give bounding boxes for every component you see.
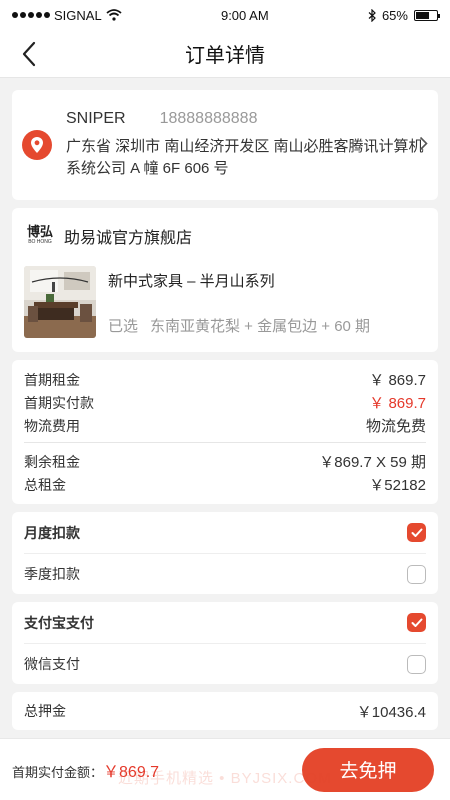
store-logo: 博弘 BO HONG bbox=[24, 224, 56, 248]
product-spec-text: 东南亚黄花梨 + 金属包边 + 60 期 bbox=[150, 318, 371, 335]
fee-value: 物流免费 bbox=[365, 418, 426, 435]
fee-row-first-paid: 首期实付款 ￥ 869.7 bbox=[24, 391, 426, 414]
back-button[interactable] bbox=[14, 38, 44, 70]
status-bar: SIGNAL 9:00 AM 65% bbox=[0, 0, 450, 30]
option-label: 月度扣款 bbox=[24, 524, 80, 541]
address-contact: SNIPER 18888888888 bbox=[66, 110, 426, 128]
fee-row-total: 总租金 ￥52182 bbox=[24, 473, 426, 496]
option-quarterly-deduction[interactable]: 季度扣款 bbox=[24, 553, 426, 594]
checkbox-checked[interactable] bbox=[407, 523, 426, 542]
carrier-name: SIGNAL bbox=[54, 7, 102, 23]
fee-value: ￥ 869.7 bbox=[369, 372, 426, 389]
signal-strength-icon bbox=[12, 12, 50, 18]
option-label: 支付宝支付 bbox=[24, 614, 94, 631]
status-left: SIGNAL bbox=[12, 8, 122, 23]
fee-row-first-rent: 首期租金 ￥ 869.7 bbox=[24, 368, 426, 391]
status-right: 65% bbox=[368, 7, 440, 23]
checkbox-checked[interactable] bbox=[407, 613, 426, 632]
fee-value: ￥52182 bbox=[369, 477, 426, 494]
product-card: 博弘 BO HONG 助易诚官方旗舰店 新中式家具 – 半月山系列 已选 东南亚… bbox=[12, 208, 438, 352]
fee-label: 总租金 bbox=[24, 476, 66, 493]
page-title: 订单详情 bbox=[185, 45, 265, 67]
total-label: 首期实付金额： bbox=[12, 764, 104, 780]
fees-card: 首期租金 ￥ 869.7 首期实付款 ￥ 869.7 物流费用 物流免费 剩余租… bbox=[12, 360, 438, 504]
fee-label: 剩余租金 bbox=[24, 453, 80, 470]
location-pin-icon bbox=[22, 130, 52, 160]
option-label: 微信支付 bbox=[24, 656, 80, 672]
product-image bbox=[24, 266, 96, 338]
total-summary: 首期实付金额：￥869.7 bbox=[12, 758, 159, 782]
store-logo-en: BO HONG bbox=[28, 239, 52, 245]
address-text: 广东省 深圳市 南山经济开发区 南山必胜客腾讯计算机系统公司 A 幢 6F 60… bbox=[66, 138, 424, 177]
fee-row-shipping: 物流费用 物流免费 bbox=[24, 414, 426, 437]
chevron-right-icon bbox=[419, 136, 428, 151]
battery-percent: 65% bbox=[381, 7, 408, 23]
total-value: ￥869.7 bbox=[103, 763, 160, 781]
product-name: 新中式家具 – 半月山系列 bbox=[108, 273, 275, 290]
product-row[interactable]: 新中式家具 – 半月山系列 已选 东南亚黄花梨 + 金属包边 + 60 期 bbox=[24, 266, 426, 338]
fee-label: 物流费用 bbox=[24, 417, 80, 434]
product-info: 新中式家具 – 半月山系列 已选 东南亚黄花梨 + 金属包边 + 60 期 bbox=[108, 266, 426, 338]
fee-label: 首期租金 bbox=[24, 371, 80, 388]
recipient-name: SNIPER bbox=[66, 110, 126, 127]
product-chosen-label: 已选 bbox=[108, 318, 139, 335]
checkbox-unchecked[interactable] bbox=[407, 564, 426, 584]
option-wechat[interactable]: 微信支付 bbox=[24, 643, 426, 684]
wifi-icon bbox=[106, 9, 122, 21]
fee-label: 首期实付款 bbox=[24, 394, 94, 411]
divider bbox=[24, 442, 426, 443]
deposit-free-button[interactable]: 去免押 bbox=[302, 747, 434, 792]
main-content: SNIPER 18888888888 广东省 深圳市 南山经济开发区 南山必胜客… bbox=[0, 78, 450, 730]
chevron-left-icon bbox=[22, 41, 36, 67]
battery-icon bbox=[413, 9, 440, 21]
status-time: 9:00 AM bbox=[220, 7, 269, 23]
recipient-phone: 18888888888 bbox=[159, 110, 258, 127]
store-logo-cn: 博弘 bbox=[26, 225, 53, 240]
deposit-value: ￥10436.4 bbox=[356, 703, 426, 721]
option-monthly-deduction[interactable]: 月度扣款 bbox=[24, 512, 426, 553]
checkmark-icon bbox=[411, 528, 422, 537]
option-label: 季度扣款 bbox=[24, 566, 80, 582]
payment-card: 支付宝支付 微信支付 bbox=[12, 602, 438, 684]
product-spec: 已选 东南亚黄花梨 + 金属包边 + 60 期 bbox=[108, 315, 426, 336]
bluetooth-icon bbox=[368, 8, 376, 22]
fee-value: ￥ 869.7 bbox=[369, 395, 426, 412]
bottom-bar: 首期实付金额：￥869.7 去免押 bbox=[0, 738, 450, 800]
fee-row-remaining: 剩余租金 ￥869.7 X 59 期 bbox=[24, 450, 426, 473]
deduction-card: 月度扣款 季度扣款 bbox=[12, 512, 438, 594]
nav-bar: 订单详情 bbox=[0, 30, 450, 78]
checkmark-icon bbox=[411, 618, 422, 627]
address-body: SNIPER 18888888888 广东省 深圳市 南山经济开发区 南山必胜客… bbox=[66, 110, 426, 180]
address-card[interactable]: SNIPER 18888888888 广东省 深圳市 南山经济开发区 南山必胜客… bbox=[12, 90, 438, 200]
store-name: 助易诚官方旗舰店 bbox=[64, 230, 193, 247]
fee-value: ￥869.7 X 59 期 bbox=[319, 454, 426, 471]
checkbox-unchecked[interactable] bbox=[407, 654, 426, 674]
store-row[interactable]: 博弘 BO HONG 助易诚官方旗舰店 bbox=[24, 222, 426, 250]
deposit-label: 总押金 bbox=[24, 703, 66, 719]
option-alipay[interactable]: 支付宝支付 bbox=[24, 602, 426, 643]
deposit-card: 总押金 ￥10436.4 bbox=[12, 692, 438, 730]
